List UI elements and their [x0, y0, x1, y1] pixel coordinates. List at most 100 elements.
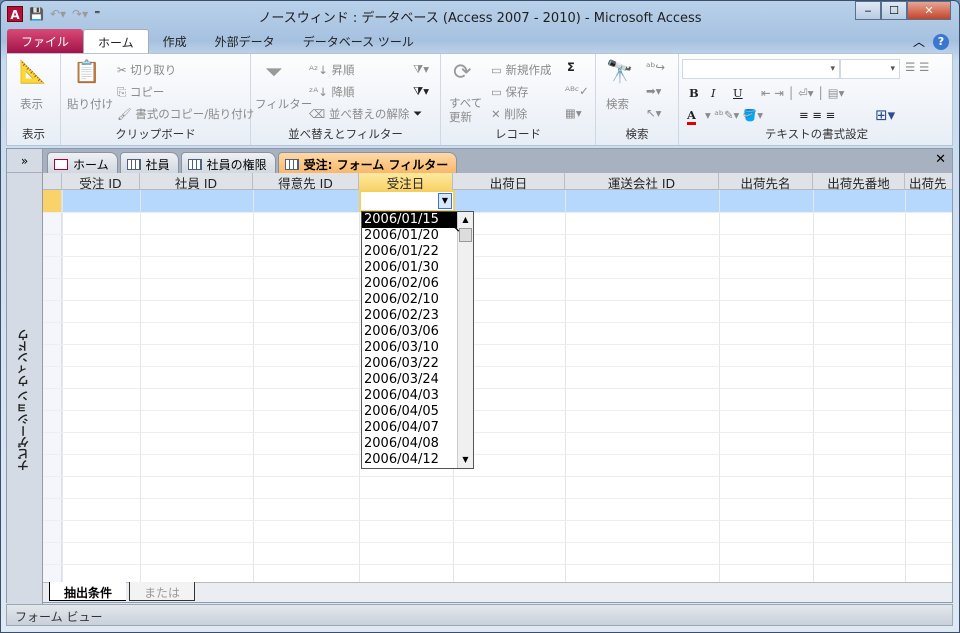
column-header[interactable]: 社員 ID — [140, 173, 253, 190]
ribbon-tabs: ファイル ホーム 作成 外部データ データベース ツール — [7, 29, 428, 53]
column-header[interactable]: 出荷先番地 — [813, 173, 905, 190]
close-button[interactable]: ✕ — [907, 1, 951, 20]
doc-tab-label: 社員の権限 — [206, 158, 267, 172]
dropdown-item[interactable]: 2006/01/30 — [362, 260, 457, 276]
doc-tab-employee-privileges[interactable]: 社員の権限 — [180, 152, 276, 173]
copy-button[interactable]: ⎘ コピー — [117, 84, 164, 100]
tab-file[interactable]: ファイル — [7, 29, 84, 53]
clear-sort-label: 並べ替えの解除 — [328, 107, 410, 121]
dropdown-item[interactable]: 2006/04/12 — [362, 452, 457, 468]
sort-ascending-button[interactable]: ᴬᶻ↓ 昇順 — [309, 62, 354, 78]
clear-sort-button[interactable]: ⌫ 並べ替えの解除 — [309, 106, 409, 122]
help-icon[interactable]: ? — [933, 33, 949, 50]
select-icon[interactable]: ↖▾ — [646, 106, 661, 120]
find-button[interactable]: 検索 — [606, 96, 629, 112]
gridlines-icon[interactable]: ⊞▾ — [875, 106, 895, 124]
tab-create[interactable]: 作成 — [149, 29, 201, 53]
save-record-button[interactable]: ▭ 保存 — [491, 84, 529, 100]
refresh-all-button[interactable]: すべて 更新 — [449, 96, 482, 124]
dropdown-item[interactable]: 2006/03/10 — [362, 340, 457, 356]
dropdown-item[interactable]: 2006/04/07 — [362, 420, 457, 436]
tab-look-for[interactable]: 抽出条件 — [49, 582, 127, 601]
maximize-button[interactable]: ☐ — [881, 1, 907, 20]
grid-line — [719, 190, 720, 582]
spelling-icon[interactable]: ᴬᴮᶜ✓ — [565, 84, 589, 98]
dropdown-item[interactable]: 2006/01/15 — [362, 212, 457, 228]
tab-database-tools[interactable]: データベース ツール — [289, 29, 428, 53]
column-header[interactable]: 得意先 ID — [253, 173, 359, 190]
order-date-criteria-input[interactable]: ▼ — [359, 190, 455, 212]
dropdown-arrow-icon[interactable]: ▼ — [438, 193, 452, 209]
toggle-filter-icon[interactable]: ⏷ — [413, 106, 422, 121]
replace-icon[interactable]: ᵃᵇ↪ — [646, 60, 665, 74]
underline-button[interactable]: U — [733, 86, 743, 100]
sort-descending-button[interactable]: ᶻᴬ↓ 降順 — [309, 84, 354, 100]
tab-external-data[interactable]: 外部データ — [201, 29, 289, 53]
paste-button[interactable]: 貼り付け — [67, 96, 113, 112]
dropdown-scrollbar[interactable]: ▲ ▼ — [457, 212, 473, 468]
column-header[interactable]: 運送会社 ID — [565, 173, 719, 190]
column-header-selected[interactable]: 受注日 — [359, 173, 453, 190]
dropdown-item[interactable]: 2006/01/20 — [362, 228, 457, 244]
navigation-pane[interactable]: » ナビゲーション ウィンドウ — [7, 149, 43, 604]
doc-tab-orders-filter[interactable]: 受注: フォーム フィルター — [277, 152, 458, 173]
font-size-select[interactable]: ▾ — [840, 59, 900, 79]
view-button[interactable]: 表示 — [20, 96, 43, 112]
highlight-icons[interactable]: ▾ ᵃᵇ✎▾ 🪣▾ — [705, 108, 763, 122]
doc-tab-employees[interactable]: 社員 — [119, 152, 179, 173]
doc-tab-label: 社員 — [145, 158, 170, 172]
delete-x-icon: ✕ — [491, 107, 505, 121]
column-header[interactable]: 出荷先名 — [719, 173, 813, 190]
dropdown-item[interactable]: 2006/02/06 — [362, 276, 457, 292]
indent-icons[interactable]: ⇤ ⇥ │ ⏎▾ │ ▤▾ — [761, 86, 844, 100]
column-header[interactable]: 出荷日 — [453, 173, 565, 190]
font-color-icon[interactable]: A — [687, 108, 696, 125]
select-all-corner[interactable] — [43, 173, 62, 190]
more-icon[interactable]: ▦▾ — [565, 106, 582, 120]
collapse-ribbon-icon[interactable]: ︿ — [913, 33, 925, 50]
delete-record-button[interactable]: ✕ 削除 — [491, 106, 527, 122]
column-header[interactable]: 受注 ID — [62, 173, 140, 190]
criteria-row[interactable] — [43, 190, 952, 212]
column-header[interactable]: 出荷先 — [905, 173, 952, 190]
dropdown-item[interactable]: 2006/01/22 — [362, 244, 457, 260]
scroll-down-icon[interactable]: ▼ — [458, 452, 473, 468]
format-painter-button[interactable]: 🖌 書式のコピー/貼り付け — [117, 106, 254, 122]
table-icon — [187, 159, 202, 170]
dropdown-item[interactable]: 2006/04/08 — [362, 436, 457, 452]
dropdown-item[interactable]: 2006/02/23 — [362, 308, 457, 324]
tab-or[interactable]: または — [129, 582, 196, 601]
grid-line — [43, 432, 952, 433]
dropdown-item[interactable]: 2006/03/24 — [362, 372, 457, 388]
italic-button[interactable]: I — [711, 86, 716, 100]
row-selector[interactable] — [43, 190, 62, 582]
doc-tab-home[interactable]: ホーム — [47, 152, 118, 173]
selection-filter-icon[interactable]: ⧩▾ — [413, 62, 429, 77]
advanced-filter-icon[interactable]: ⧩▾ — [413, 84, 429, 99]
dropdown-item[interactable]: 2006/03/22 — [362, 356, 457, 372]
bold-button[interactable]: B — [689, 86, 699, 100]
cut-button[interactable]: ✂ 切り取り — [117, 62, 176, 78]
close-document-icon[interactable]: ✕ — [935, 152, 946, 167]
bullets-icon[interactable]: ☰ ☰ — [905, 60, 929, 74]
grid-line — [43, 476, 952, 477]
font-name-select[interactable]: ▾ — [682, 59, 840, 79]
date-dropdown-list[interactable]: 2006/01/15 2006/01/20 2006/01/22 2006/01/30… — [361, 211, 474, 469]
dropdown-item[interactable]: 2006/04/03 — [362, 388, 457, 404]
goto-icon[interactable]: ➡▾ — [646, 84, 661, 98]
copy-icon: ⎘ — [117, 85, 130, 99]
minimize-button[interactable]: ‒ — [855, 1, 881, 20]
dropdown-item[interactable]: 2006/04/05 — [362, 404, 457, 420]
ribbon: 📐 表示 表示 📋 貼り付け ✂ 切り取り ⎘ コピー 🖌 書式のコピー/貼り付… — [6, 53, 953, 146]
window-title: ノースウィンド : データベース (Access 2007 - 2010) - … — [258, 11, 702, 26]
dropdown-item[interactable]: 2006/02/10 — [362, 292, 457, 308]
tab-home[interactable]: ホーム — [83, 29, 149, 53]
new-record-button[interactable]: ▭ 新規作成 — [491, 62, 552, 78]
grid-line — [43, 498, 952, 499]
totals-sum-icon[interactable]: Σ — [567, 60, 575, 74]
dropdown-item[interactable]: 2006/03/06 — [362, 324, 457, 340]
filter-button[interactable]: フィルター — [255, 96, 312, 112]
expand-nav-button[interactable]: » — [7, 149, 42, 173]
align-icons[interactable]: ≡ ≡ ≡ — [799, 108, 835, 122]
grid-line — [905, 190, 906, 582]
